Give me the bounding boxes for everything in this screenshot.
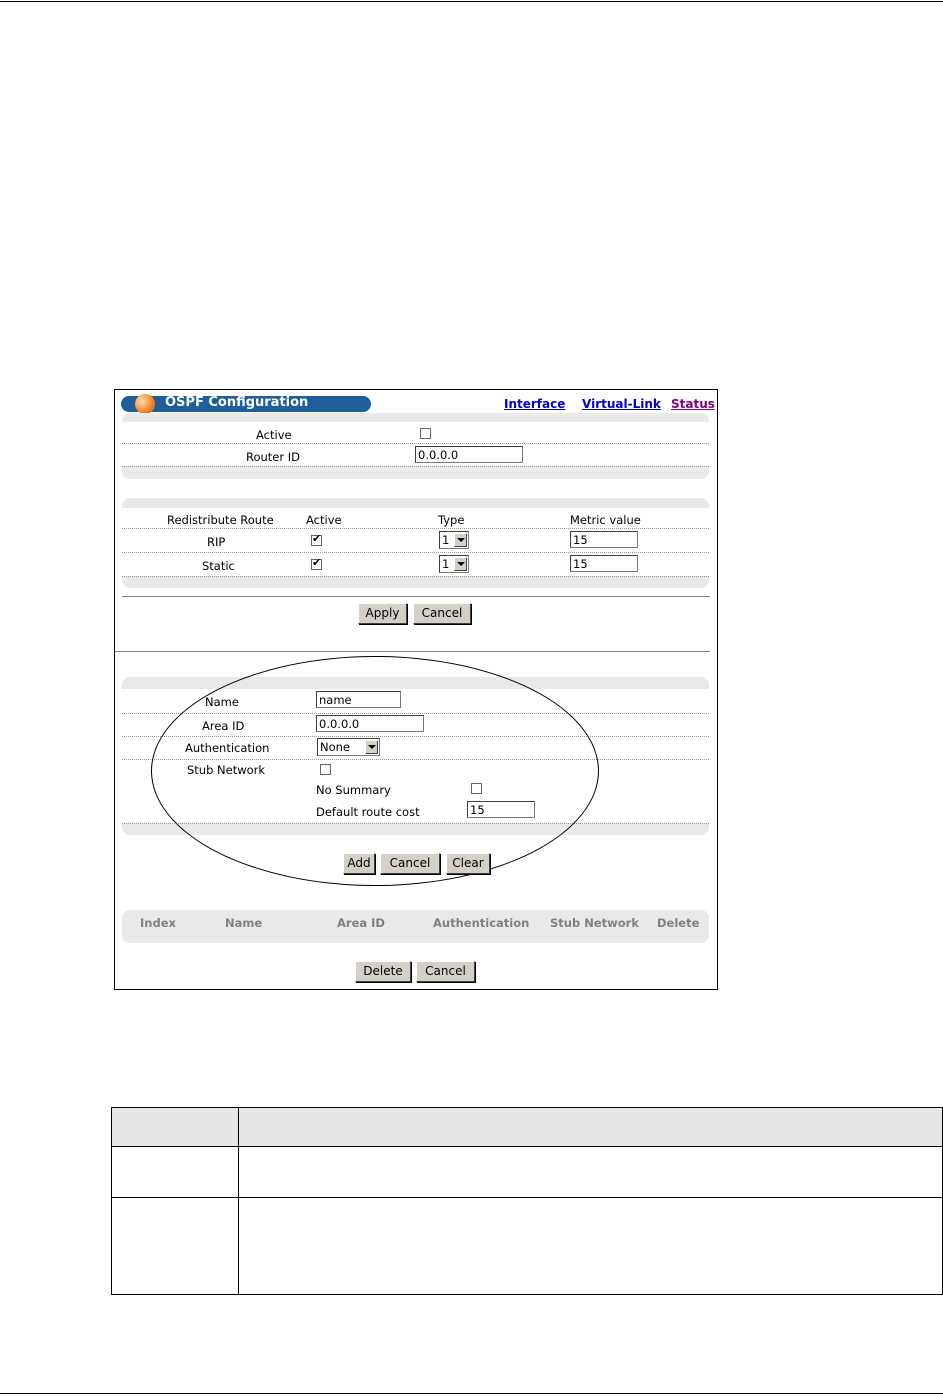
table-header-cell <box>238 1107 943 1147</box>
name-input[interactable]: name <box>316 691 401 708</box>
static-label: Static <box>202 559 235 573</box>
divider <box>122 443 709 444</box>
interface-link[interactable]: Interface <box>504 397 565 411</box>
stub-network-checkbox[interactable] <box>320 764 331 775</box>
area-id-label: Area ID <box>202 719 245 733</box>
divider <box>122 823 709 824</box>
divider <box>122 713 709 714</box>
page-top-rule <box>0 1 943 2</box>
divider <box>122 736 709 737</box>
col-metric-value: Metric value <box>570 513 641 527</box>
rip-active-checkbox[interactable] <box>311 532 322 546</box>
header-index: Index <box>140 916 176 930</box>
table-row <box>111 1146 943 1198</box>
ball-icon <box>135 394 155 414</box>
col-type: Type <box>438 513 465 527</box>
router-id-label: Router ID <box>246 450 301 464</box>
apply-button[interactable]: Apply <box>358 603 407 624</box>
table-cell <box>238 1146 943 1198</box>
header-name: Name <box>225 916 263 930</box>
divider <box>122 576 709 577</box>
add-button[interactable]: Add <box>343 853 375 874</box>
area-panel-body <box>122 689 709 823</box>
description-table <box>111 1107 943 1295</box>
separator <box>122 596 710 597</box>
separator <box>115 651 710 652</box>
name-label: Name <box>205 695 239 709</box>
static-type-select[interactable]: 1 <box>439 555 469 573</box>
bottom-cancel-button[interactable]: Cancel <box>416 961 475 982</box>
no-summary-checkbox[interactable] <box>471 783 482 794</box>
rip-type-value: 1 <box>442 533 450 547</box>
table-header-cell <box>111 1107 239 1147</box>
table-row <box>111 1197 943 1295</box>
authentication-value: None <box>320 740 351 754</box>
router-id-input[interactable]: 0.0.0.0 <box>415 446 523 463</box>
header-stub-network: Stub Network <box>550 916 639 930</box>
area-id-input[interactable]: 0.0.0.0 <box>316 715 424 732</box>
rip-label: RIP <box>207 535 226 549</box>
divider <box>122 552 709 553</box>
table-header-row <box>111 1107 943 1147</box>
default-route-cost-input[interactable]: 15 <box>467 801 535 818</box>
table-cell <box>111 1197 239 1295</box>
chevron-down-icon <box>365 740 378 754</box>
col-active: Active <box>306 513 342 527</box>
delete-button[interactable]: Delete <box>355 961 411 982</box>
active-label: Active <box>256 428 292 442</box>
page-bottom-rule <box>0 1393 943 1394</box>
divider <box>122 759 709 760</box>
table-cell <box>111 1146 239 1198</box>
chevron-down-icon <box>454 533 467 547</box>
static-active-checkbox[interactable] <box>311 556 322 570</box>
static-type-value: 1 <box>442 557 450 571</box>
authentication-select[interactable]: None <box>317 738 380 756</box>
page-title: OSPF Configuration <box>165 395 309 410</box>
table-cell <box>238 1197 943 1295</box>
rip-type-select[interactable]: 1 <box>439 531 469 549</box>
active-checkbox[interactable] <box>420 428 431 439</box>
default-route-cost-label: Default route cost <box>316 805 420 819</box>
col-redistribute-route: Redistribute Route <box>167 513 274 527</box>
rip-metric-input[interactable]: 15 <box>570 531 638 548</box>
clear-button[interactable]: Clear <box>446 853 490 874</box>
no-summary-label: No Summary <box>316 783 391 797</box>
authentication-label: Authentication <box>185 741 270 755</box>
area-cancel-button[interactable]: Cancel <box>380 853 440 874</box>
virtual-link-link[interactable]: Virtual-Link <box>582 397 661 411</box>
stub-network-label: Stub Network <box>187 763 266 777</box>
divider <box>122 466 709 467</box>
ospf-config-screenshot: OSPF Configuration Interface Virtual-Lin… <box>114 389 718 990</box>
status-link[interactable]: Status <box>671 397 715 411</box>
static-metric-input[interactable]: 15 <box>570 555 638 572</box>
header-authentication: Authentication <box>433 916 530 930</box>
chevron-down-icon <box>454 557 467 571</box>
header-delete: Delete <box>657 916 700 930</box>
cancel-button[interactable]: Cancel <box>413 603 471 624</box>
header-area-id: Area ID <box>337 916 385 930</box>
divider <box>122 528 709 529</box>
